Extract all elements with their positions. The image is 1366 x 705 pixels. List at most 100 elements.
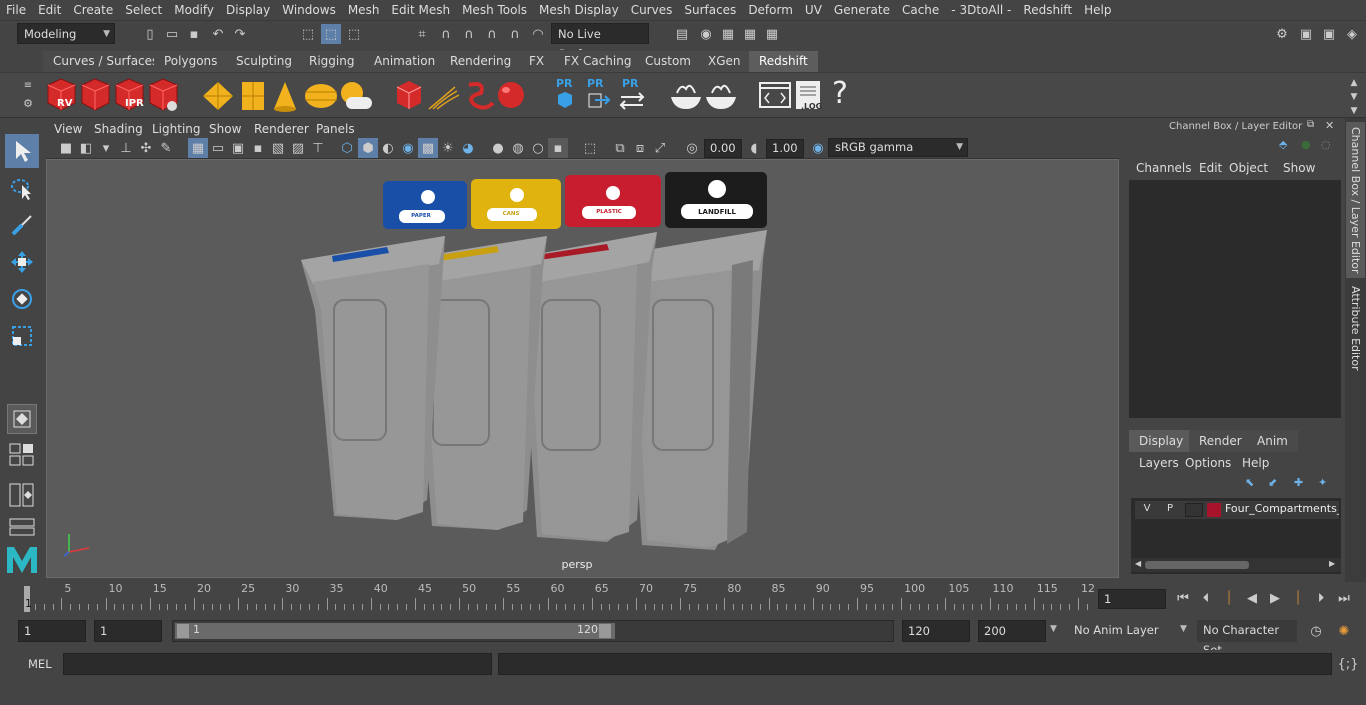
select-hierarchy-icon[interactable]: ⬚ <box>298 24 318 44</box>
image-plane-icon[interactable]: ⊥ <box>116 138 136 158</box>
anim-layer-dropdown[interactable]: No Anim Layer <box>1068 620 1176 642</box>
move-layer-down-icon[interactable]: ⬋ <box>1268 476 1277 489</box>
render-sequence-icon[interactable] <box>81 78 110 111</box>
end-time-field[interactable]: 200 <box>978 620 1046 642</box>
move-tool[interactable] <box>5 245 39 279</box>
menu-generate[interactable]: Generate <box>828 0 896 20</box>
gear-icon[interactable]: ⚙ <box>18 93 38 113</box>
viewport-menu-lighting[interactable]: Lighting <box>152 120 201 138</box>
render-options-icon[interactable] <box>149 78 178 111</box>
exposure-field[interactable]: 0.00 <box>704 139 742 158</box>
step-forward-frame-icon[interactable]: ⏐ <box>1288 588 1308 608</box>
menu-redshift[interactable]: Redshift <box>1017 0 1078 20</box>
redo-icon[interactable]: ↷ <box>230 24 250 44</box>
grid-icon[interactable]: ▦ <box>188 138 208 158</box>
menu-mesh[interactable]: Mesh <box>342 0 386 20</box>
menu-cache[interactable]: Cache <box>896 0 945 20</box>
shadows-icon[interactable]: ☀ <box>438 138 458 158</box>
textured-icon[interactable]: ◉ <box>398 138 418 158</box>
menu-uv[interactable]: UV <box>799 0 828 20</box>
workspace-dropdown[interactable]: Modeling ▼ <box>17 23 115 44</box>
gate-mask-icon[interactable]: ▪ <box>248 138 268 158</box>
script-language-label[interactable]: MEL <box>28 657 52 671</box>
menu-curves[interactable]: Curves <box>625 0 679 20</box>
safe-action-icon[interactable]: ▨ <box>288 138 308 158</box>
layout-single-icon[interactable] <box>7 404 37 434</box>
chevron-down-icon[interactable]: ▼ <box>1050 624 1057 634</box>
lasso-tool[interactable] <box>5 172 39 206</box>
snap-curve-icon[interactable]: ∩ <box>436 24 456 44</box>
menu-windows[interactable]: Windows <box>276 0 342 20</box>
color-management-icon[interactable]: ◉ <box>808 138 828 158</box>
render-history-icon[interactable]: ▤ <box>672 24 692 44</box>
step-back-key-icon[interactable]: ⏴ <box>1196 588 1216 608</box>
viewport-menu-shading[interactable]: Shading <box>94 120 143 138</box>
rotate-tool[interactable] <box>5 282 39 316</box>
area-light-icon[interactable] <box>242 82 264 110</box>
layout-outliner-icon[interactable] <box>5 480 39 510</box>
sphere-icon[interactable] <box>498 82 524 108</box>
timeline-track[interactable]: 5 10 15 20 25 30 35 40 45 50 55 60 65 70 75 80 85 90 95 100… <box>18 582 1095 612</box>
hair-icon[interactable] <box>428 86 460 110</box>
shelf-tab-sculpting[interactable]: Sculpting <box>226 51 303 72</box>
shelf-tab-custom[interactable]: Custom <box>635 51 701 72</box>
channel-menu-channels[interactable]: Channels <box>1136 161 1192 175</box>
layer-visibility-toggle[interactable]: V <box>1138 503 1156 517</box>
viewport-persp[interactable]: PAPER CANS PLASTIC LANDFILL persp <box>46 159 1119 578</box>
resolution-gate-icon[interactable]: ▣ <box>228 138 248 158</box>
script-editor-icon[interactable] <box>759 82 791 108</box>
current-frame-field[interactable]: 1 <box>1098 589 1166 609</box>
menu-3dtoall[interactable]: - 3DtoAll - <box>945 0 1017 20</box>
panel-toggle-icon[interactable]: ▣ <box>1296 24 1316 44</box>
menu-mesh-display[interactable]: Mesh Display <box>533 0 625 20</box>
fit-view-icon[interactable]: ⤢ <box>650 138 670 158</box>
select-component-icon[interactable]: ⬚ <box>344 24 364 44</box>
channel-menu-object[interactable]: Object <box>1229 161 1268 175</box>
sun-sky-icon[interactable] <box>341 82 372 109</box>
field-chart-icon[interactable]: ▧ <box>268 138 288 158</box>
snap-view-icon[interactable]: ∩ <box>482 24 502 44</box>
channel-list[interactable] <box>1129 180 1341 418</box>
undo-icon[interactable]: ↶ <box>208 24 228 44</box>
modeling-toolkit-icon[interactable]: ⚙ <box>1272 24 1292 44</box>
range-slider-track[interactable]: 1 120 <box>172 620 894 642</box>
new-scene-icon[interactable]: ▯ <box>140 24 160 44</box>
render-frame-icon[interactable]: ◉ <box>696 24 716 44</box>
scroll-thumb[interactable] <box>1145 561 1249 569</box>
go-to-end-icon[interactable]: ⏭ <box>1334 588 1354 608</box>
pr-swap-icon[interactable] <box>619 92 645 110</box>
menu-select[interactable]: Select <box>119 0 168 20</box>
layer-row[interactable]: V P Four_Compartments_R <box>1135 501 1339 519</box>
exposure-icon[interactable]: ◎ <box>682 138 702 158</box>
wireframe-icon[interactable]: ⬡ <box>337 138 357 158</box>
viewport-menu-renderer[interactable]: Renderer <box>254 120 309 138</box>
green-dot-icon[interactable]: ● <box>1301 138 1311 151</box>
camera-icon[interactable]: ■ <box>56 138 76 158</box>
scroll-right-icon[interactable]: ▶ <box>1329 559 1335 568</box>
menu-edit-mesh[interactable]: Edit Mesh <box>385 0 456 20</box>
layer-tab-anim[interactable]: Anim <box>1247 430 1298 452</box>
layer-type-toggle[interactable] <box>1185 503 1203 517</box>
menu-surfaces[interactable]: Surfaces <box>678 0 742 20</box>
range-slider-bar[interactable] <box>175 623 615 639</box>
xray-joints-icon[interactable]: ⧉ <box>610 138 630 158</box>
pr-cube-icon[interactable] <box>558 92 572 108</box>
menu-icon[interactable]: ≡ <box>18 75 38 95</box>
shelf-tab-polygons[interactable]: Polygons <box>154 51 228 72</box>
new-layer-icon[interactable]: ✚ <box>1294 476 1303 489</box>
viewport-menu-view[interactable]: View <box>54 120 82 138</box>
menu-mesh-tools[interactable]: Mesh Tools <box>456 0 533 20</box>
select-object-icon[interactable]: ⬚ <box>321 24 341 44</box>
bake-options-icon[interactable] <box>706 84 736 109</box>
motion-blur-icon[interactable]: ● <box>488 138 508 158</box>
viewport-menu-panels[interactable]: Panels <box>316 120 355 138</box>
go-to-start-icon[interactable]: ⏮ <box>1173 588 1193 608</box>
screen-space-ao-icon[interactable]: ◕ <box>458 138 478 158</box>
close-icon[interactable]: ✕ <box>1325 119 1334 132</box>
make-live-icon[interactable]: ◠ <box>528 24 548 44</box>
menu-create[interactable]: Create <box>67 0 119 20</box>
bake-icon[interactable] <box>671 84 701 109</box>
menu-file[interactable]: File <box>0 0 32 20</box>
spot-light-icon[interactable] <box>274 82 296 112</box>
layer-menu-layers[interactable]: Layers <box>1139 456 1179 470</box>
